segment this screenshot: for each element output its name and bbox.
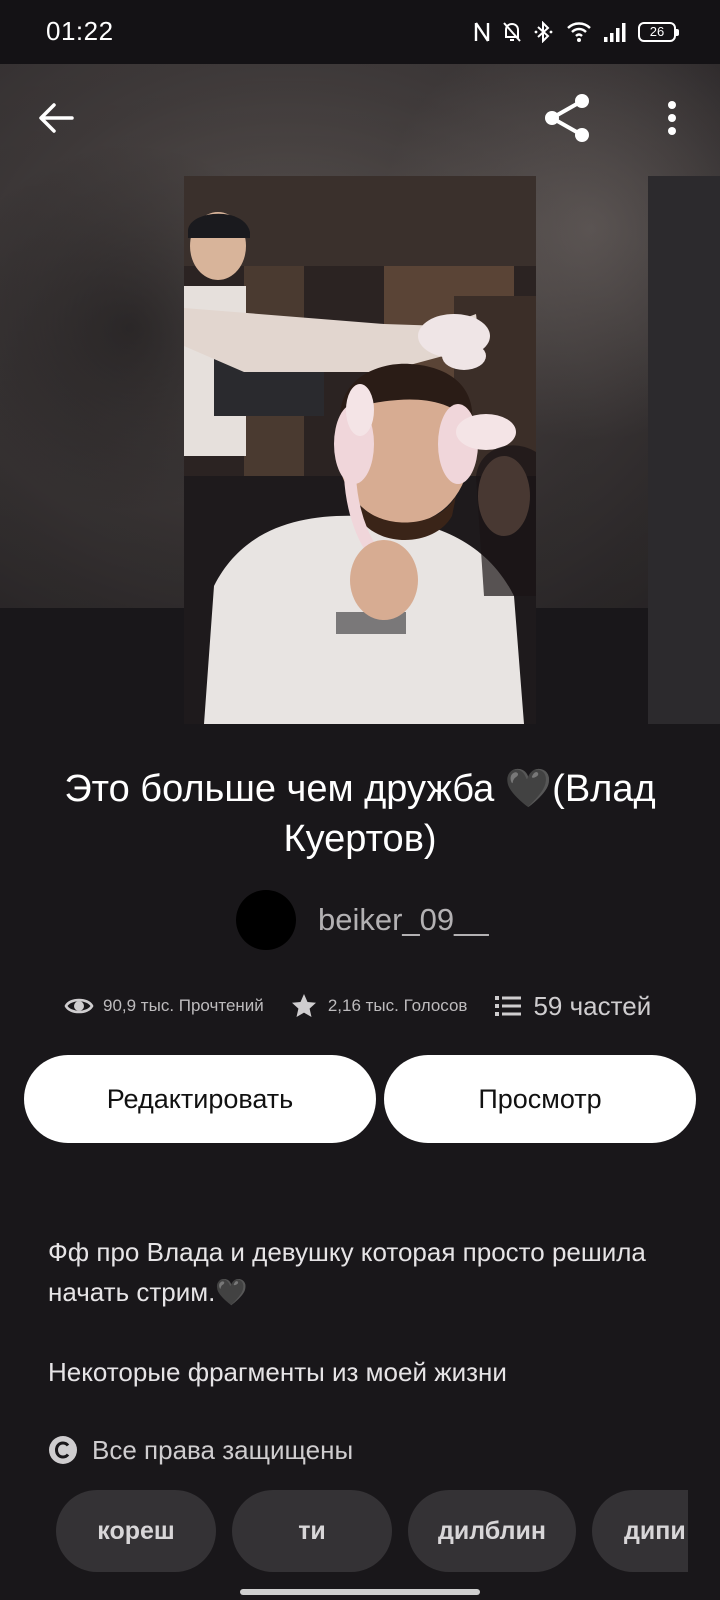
cover-photo <box>184 176 536 724</box>
star-icon <box>291 994 316 1017</box>
bluetooth-icon <box>534 21 553 43</box>
signal-icon <box>604 23 626 42</box>
preview-button[interactable]: Просмотр <box>384 1055 696 1143</box>
tag-chip[interactable]: кореш <box>56 1490 216 1572</box>
votes-stat: 2,16 тыс. Голосов <box>290 992 468 1020</box>
home-indicator[interactable] <box>240 1589 480 1595</box>
battery-icon: 26 <box>638 22 679 42</box>
eye-icon <box>64 998 94 1014</box>
reads-count: 90,9 тыс. Прочтений <box>103 996 264 1015</box>
nfc-icon <box>474 22 490 42</box>
tag-list: кореш ти дилблин дипи <box>56 1490 688 1572</box>
status-time: 01:22 <box>46 16 114 46</box>
author-name: beiker_09__ <box>318 902 489 937</box>
reads-stat: 90,9 тыс. Прочтений <box>60 995 264 1017</box>
avatar <box>236 890 296 950</box>
status-icons: 26 <box>473 18 679 46</box>
list-icon <box>495 996 522 1016</box>
edit-button[interactable]: Редактировать <box>24 1055 376 1143</box>
arrow-left-icon <box>39 103 74 133</box>
tag-chip[interactable]: дипи <box>592 1490 688 1572</box>
copyright-icon <box>49 1436 77 1464</box>
story-cover-image[interactable] <box>184 176 536 724</box>
votes-count: 2,16 тыс. Голосов <box>327 996 468 1015</box>
next-story-cover[interactable] <box>648 176 720 724</box>
copyright-text: Все права защищены <box>92 1434 354 1465</box>
author-link[interactable]: beiker_09__ <box>236 890 489 950</box>
tag-chip[interactable]: ти <box>232 1490 392 1572</box>
story-stats: 90,9 тыс. Прочтений 2,16 тыс. Голосов 59… <box>60 986 651 1026</box>
wifi-icon <box>567 22 591 42</box>
parts-stat[interactable]: 59 частей <box>495 991 651 1022</box>
parts-count: 59 частей <box>533 990 652 1021</box>
story-description-extra: Некоторые фрагменты из моей жизни <box>48 1357 507 1387</box>
tag-chip[interactable]: дилблин <box>408 1490 576 1572</box>
status-bar: 01:22 26 <box>0 0 720 64</box>
bell-off-icon <box>503 22 521 42</box>
copyright-row: Все права защищены <box>48 1432 353 1468</box>
story-title: Это больше чем дружба 🖤(Влад Куертов) <box>64 768 656 860</box>
back-button[interactable] <box>26 88 86 148</box>
more-options-button[interactable] <box>642 88 702 148</box>
more-vertical-icon <box>668 101 676 135</box>
share-icon <box>545 94 589 142</box>
share-button[interactable] <box>538 88 598 148</box>
story-description: Фф про Влада и девушку которая просто ре… <box>48 1237 646 1307</box>
